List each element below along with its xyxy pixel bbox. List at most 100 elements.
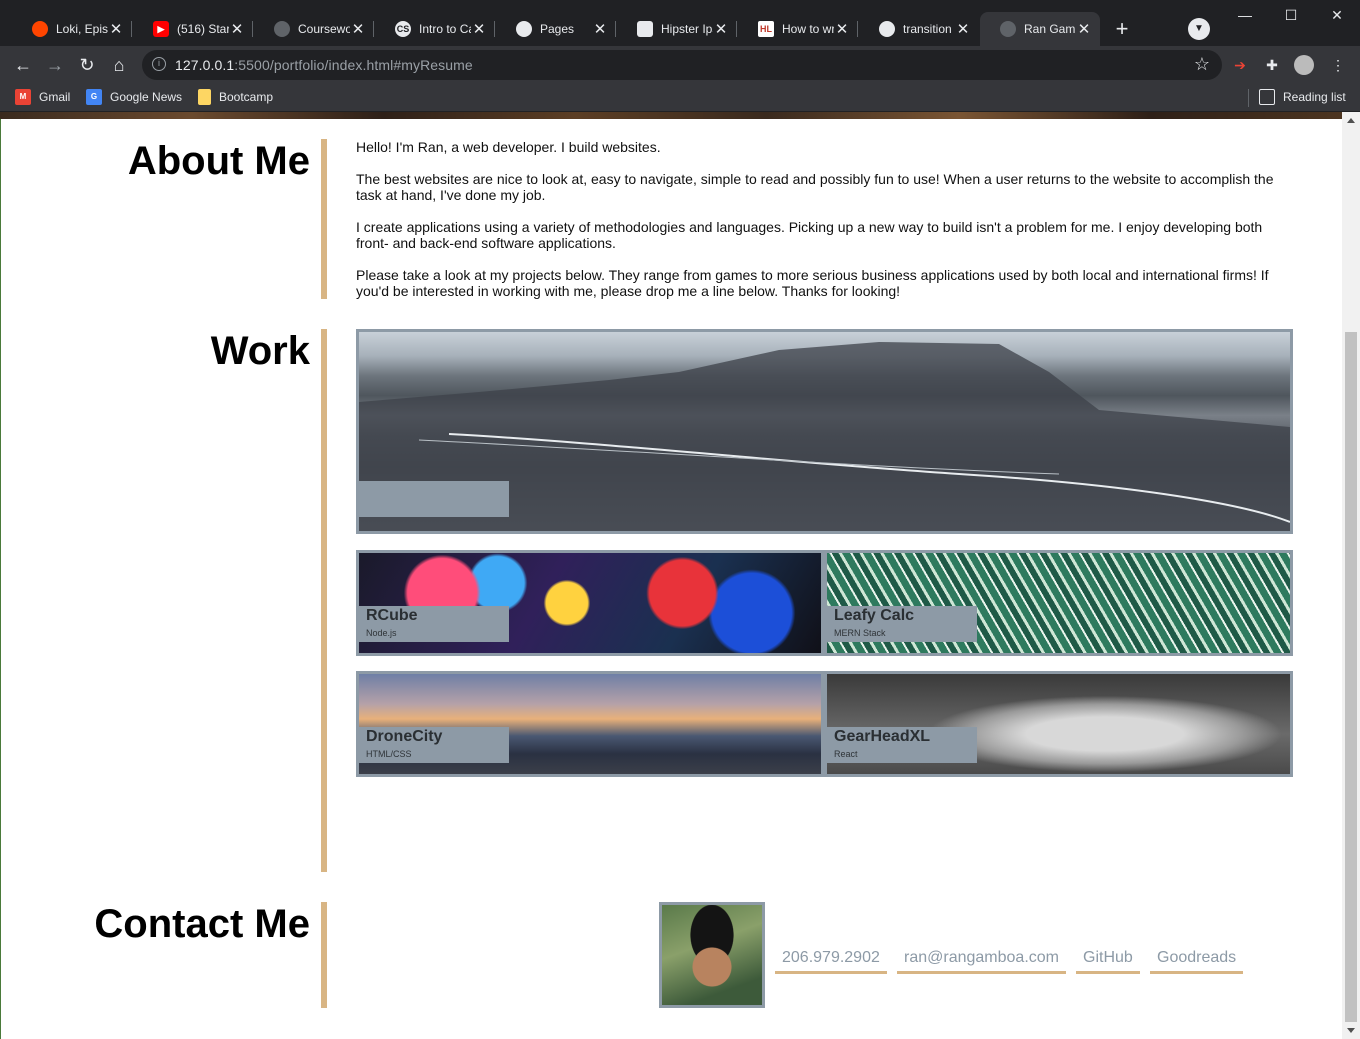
project-tech: Node.js <box>366 628 397 638</box>
puzzle-icon[interactable]: ✚ <box>1262 55 1282 75</box>
close-window-icon[interactable]: ✕ <box>1314 0 1360 30</box>
close-tab-icon[interactable]: ✕ <box>108 20 124 38</box>
about-paragraph: The best websites are nice to look at, e… <box>356 171 1274 203</box>
bookmarks-bar: M Gmail G Google News Bootcamp Reading l… <box>0 84 1360 112</box>
phone-link[interactable]: 206.979.2902 <box>775 949 887 974</box>
scroll-up-icon[interactable] <box>1347 118 1355 123</box>
project-label: GearHeadXL React <box>827 727 977 763</box>
tab-title: Intro to Ca <box>419 22 471 36</box>
hl-icon: HL <box>758 21 774 37</box>
loading-icon <box>1000 21 1016 37</box>
tab-hipster-ipsum[interactable]: Hipster Ips ✕ <box>617 12 737 46</box>
reading-list-label: Reading list <box>1283 90 1346 104</box>
page-scrollbar[interactable] <box>1342 112 1360 1039</box>
reading-list-icon <box>1259 89 1275 105</box>
project-card-rcube[interactable]: RCube Node.js <box>356 550 824 656</box>
forward-icon[interactable]: → <box>43 53 67 77</box>
google-news-icon: G <box>86 89 102 105</box>
github-link[interactable]: GitHub <box>1076 949 1140 974</box>
about-paragraph: Please take a look at my projects below.… <box>356 267 1269 299</box>
bookmark-star-icon[interactable]: ☆ <box>1194 54 1210 75</box>
goodreads-link[interactable]: Goodreads <box>1150 949 1244 974</box>
close-tab-icon[interactable]: ✕ <box>471 20 487 38</box>
tab-intro-cs[interactable]: CS Intro to Ca ✕ <box>375 12 495 46</box>
reddit-icon <box>32 21 48 37</box>
tab-title: Loki, Episode <box>56 22 108 36</box>
tab-transition[interactable]: transition ✕ <box>859 12 979 46</box>
close-tab-icon[interactable]: ✕ <box>592 20 608 38</box>
tab-title: Hipster Ips <box>661 22 713 36</box>
tab-how-to[interactable]: HL How to wri ✕ <box>738 12 858 46</box>
info-icon[interactable]: i <box>152 57 166 71</box>
project-label: RCube Node.js <box>359 606 509 642</box>
tab-separator <box>131 21 132 37</box>
extension-icon[interactable]: ➔ <box>1230 55 1250 75</box>
new-tab-button[interactable]: + <box>1108 16 1136 44</box>
url-text[interactable]: 127.0.0.1:5500/portfolio/index.html#myRe… <box>175 57 473 73</box>
tab-title: (516) Stars <box>177 22 229 36</box>
maximize-icon[interactable]: ☐ <box>1268 0 1314 30</box>
url-host: 127.0.0.1 <box>175 57 235 73</box>
project-label <box>359 481 509 517</box>
tab-youtube[interactable]: ▶ (516) Stars ✕ <box>133 12 253 46</box>
close-tab-icon[interactable]: ✕ <box>350 20 366 38</box>
about-text: Hello! I'm Ran, a web developer. I build… <box>356 139 1286 315</box>
close-tab-icon[interactable]: ✕ <box>955 20 971 38</box>
cs-icon: CS <box>395 21 411 37</box>
project-card-leafy-calc[interactable]: Leafy Calc MERN Stack <box>824 550 1293 656</box>
tab-ran-gamboa[interactable]: Ran Gamb ✕ <box>980 12 1100 46</box>
profile-avatar-icon[interactable] <box>1294 55 1314 75</box>
close-tab-icon[interactable]: ✕ <box>229 20 245 38</box>
github-icon <box>516 21 532 37</box>
project-label: DroneCity HTML/CSS <box>359 727 509 763</box>
gmail-icon: M <box>15 89 31 105</box>
project-name: DroneCity <box>366 728 443 745</box>
tab-separator <box>736 21 737 37</box>
tab-title: transition <box>903 22 952 36</box>
youtube-icon: ▶ <box>153 21 169 37</box>
project-name: RCube <box>366 607 418 624</box>
close-tab-icon[interactable]: ✕ <box>1076 20 1092 38</box>
home-icon[interactable]: ⌂ <box>107 53 131 77</box>
project-card-featured[interactable] <box>356 329 1293 534</box>
tab-separator <box>857 21 858 37</box>
reading-list-button[interactable]: Reading list <box>1259 89 1346 105</box>
scroll-down-icon[interactable] <box>1347 1028 1355 1033</box>
tab-title: Pages <box>540 22 575 36</box>
bookmark-gmail[interactable]: M Gmail <box>15 89 70 105</box>
tab-separator <box>373 21 374 37</box>
site-icon <box>879 21 895 37</box>
menu-icon[interactable]: ⋮ <box>1328 55 1348 75</box>
close-tab-icon[interactable]: ✕ <box>713 20 729 38</box>
close-tab-icon[interactable]: ✕ <box>834 20 850 38</box>
project-name: Leafy Calc <box>834 607 915 624</box>
reload-icon[interactable]: ↻ <box>75 53 99 77</box>
address-bar[interactable]: i 127.0.0.1:5500/portfolio/index.html#my… <box>142 50 1222 80</box>
about-paragraph: I create applications using a variety of… <box>356 219 1263 251</box>
bookmark-label: Bootcamp <box>219 90 274 104</box>
minimize-icon[interactable]: — <box>1222 0 1268 30</box>
tab-coursework[interactable]: Coursework ✕ <box>254 12 374 46</box>
tab-search-icon[interactable]: ▼ <box>1188 18 1210 40</box>
tab-pages[interactable]: Pages ✕ <box>496 12 616 46</box>
project-tech: React <box>834 749 858 759</box>
browser-toolbar: ← → ↻ ⌂ i 127.0.0.1:5500/portfolio/index… <box>0 46 1360 84</box>
bookmark-label: Gmail <box>39 90 71 104</box>
bookmarks-separator <box>1248 89 1249 107</box>
project-card-dronecity[interactable]: DroneCity HTML/CSS <box>356 671 824 777</box>
email-link[interactable]: ran@rangamboa.com <box>897 949 1066 974</box>
work-accent-bar <box>321 329 327 872</box>
bookmark-bootcamp[interactable]: Bootcamp <box>198 89 273 105</box>
url-path: :5500/portfolio/index.html#myResume <box>234 57 473 73</box>
tab-separator <box>494 21 495 37</box>
scrollbar-thumb[interactable] <box>1345 332 1357 1022</box>
project-name: GearHeadXL <box>834 728 931 745</box>
page-viewport: About Me Hello! I'm Ran, a web developer… <box>0 119 1342 1039</box>
bookmark-google-news[interactable]: G Google News <box>86 89 182 105</box>
back-icon[interactable]: ← <box>11 53 35 77</box>
tab-title: Ran Gamb <box>1024 22 1076 36</box>
tab-reddit[interactable]: Loki, Episode ✕ <box>12 12 132 46</box>
project-card-gearheadxl[interactable]: GearHeadXL React <box>824 671 1293 777</box>
bookmark-label: Google News <box>110 90 183 104</box>
profile-photo <box>659 902 765 1008</box>
